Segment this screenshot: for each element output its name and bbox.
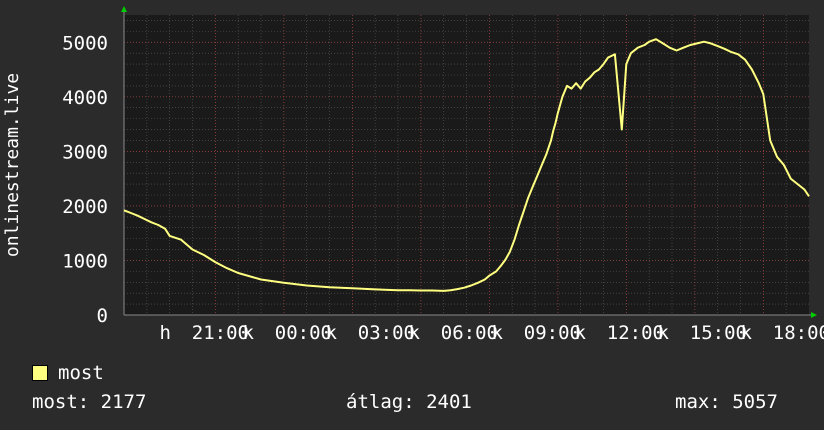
y-tick-label: 1000 [62, 250, 108, 272]
stat-current: most: 2177 [32, 391, 147, 413]
x-tick-label: 00:00 [275, 322, 332, 344]
x-tick-label: 06:00 [441, 322, 498, 344]
x-axis-arrow [811, 312, 817, 318]
x-tick-label: k [409, 322, 421, 344]
y-tick-label: 0 [97, 305, 108, 327]
stats-row: most: 2177 átlag: 2401 max: 5057 [0, 391, 824, 415]
x-tick-label: 09:00 [524, 322, 581, 344]
y-tick-labels: 0 1000 2000 3000 4000 5000 [62, 32, 108, 327]
legend: most [32, 362, 104, 384]
stat-maximum: max: 5057 [675, 391, 778, 413]
y-axis-label: onlinestream.live [2, 73, 23, 257]
x-tick-label: k [741, 322, 753, 344]
legend-label: most [58, 362, 104, 384]
x-tick-label: k [658, 322, 670, 344]
y-tick-label: 5000 [62, 32, 108, 54]
y-tick-label: 2000 [62, 196, 108, 218]
y-axis-arrow [121, 6, 127, 12]
x-tick-label: 12:00 [607, 322, 664, 344]
x-tick-label: k [575, 322, 587, 344]
x-tick-label: h [160, 322, 171, 344]
y-tick-label: 3000 [62, 141, 108, 163]
x-tick-label: 21:00 [192, 322, 249, 344]
x-tick-labels: h 21:00k 00:00k 03:00k 06:00k 09:00k 12:00k 15:… [160, 322, 824, 344]
line-chart: 010002000300040005000 h 21:00k 00:00k 03:00… [2, 6, 824, 344]
x-tick-label: 18:00 [773, 322, 824, 344]
x-tick-label: 15:00 [690, 322, 747, 344]
x-tick-label: k [243, 322, 255, 344]
x-tick-label: k [492, 322, 504, 344]
legend-swatch [32, 365, 48, 381]
stat-average: átlag: 2401 [346, 391, 472, 413]
x-tick-label: k [326, 322, 338, 344]
x-tick-label: 03:00 [358, 322, 415, 344]
y-tick-label: 4000 [62, 87, 108, 109]
